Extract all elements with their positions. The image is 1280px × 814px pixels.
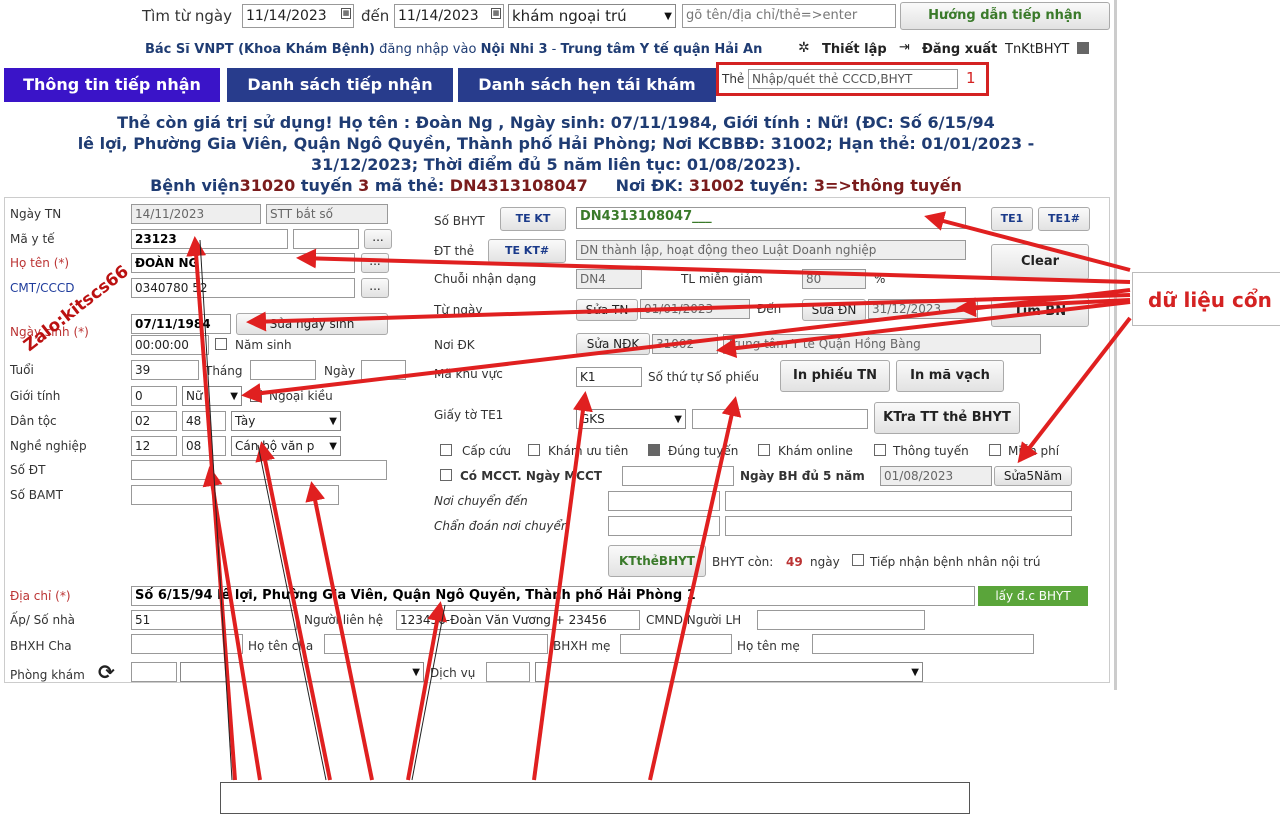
arrow-ho-ten [296, 248, 1131, 284]
arrow-gioi-tinh [202, 466, 262, 781]
arrow-nghe-nghiep [255, 441, 332, 781]
arrow-giay-to [532, 391, 593, 781]
arrow-nguoi-lh [406, 601, 447, 781]
annotation-arrows [186, 211, 1132, 781]
arrow-so-bhyt [924, 211, 1131, 272]
arrow-ngay-bh5 [1017, 316, 1132, 464]
arrow-ktra [648, 396, 742, 781]
arrow-noi-dk [716, 300, 1131, 359]
